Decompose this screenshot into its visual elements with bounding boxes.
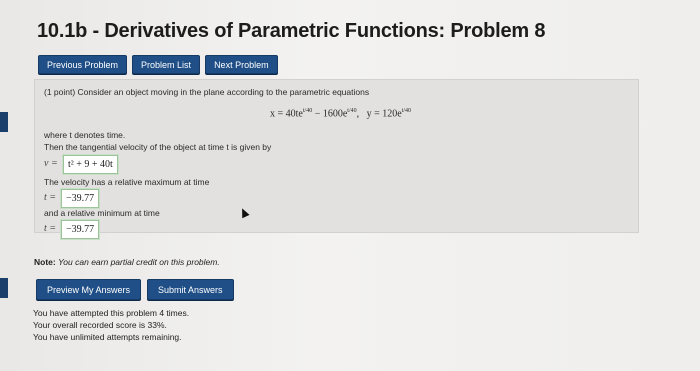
t-label-min: t =	[44, 223, 57, 234]
velocity-answer-field[interactable]: t² + 9 + 40t	[63, 155, 118, 174]
minimum-answer-field[interactable]: −39.77	[61, 220, 100, 239]
eq-x-part: x = 40te	[270, 108, 303, 120]
problem-intro: (1 point) Consider an object moving in t…	[44, 87, 370, 97]
t-label-max: t =	[44, 192, 57, 203]
problem-panel: (1 point) Consider an object moving in t…	[34, 79, 639, 239]
recorded-score-text: Your overall recorded score is 33%.	[33, 320, 167, 330]
left-edge-marker	[0, 278, 8, 298]
velocity-text: Then the tangential velocity of the obje…	[44, 142, 272, 152]
maximum-text: The velocity has a relative maximum at t…	[44, 177, 210, 187]
eq-y-part: y = 120e	[366, 108, 402, 120]
v-label: v =	[44, 158, 58, 169]
page: 10.1b - Derivatives of Parametric Functi…	[0, 0, 700, 371]
page-title: 10.1b - Derivatives of Parametric Functi…	[37, 20, 546, 42]
eq-x2-exponent: t/40	[347, 108, 357, 114]
note-label: Note:	[34, 257, 56, 267]
attempts-count-text: You have attempted this problem 4 times.	[33, 308, 190, 318]
partial-credit-note: Note: You can earn partial credit on thi…	[34, 257, 220, 267]
attempts-remaining-text: You have unlimited attempts remaining.	[33, 332, 182, 342]
answer-actions: Preview My Answers Submit Answers	[36, 279, 234, 300]
note-text: You can earn partial credit on this prob…	[58, 257, 220, 267]
preview-answers-button[interactable]: Preview My Answers	[36, 279, 142, 300]
attempt-status: You have attempted this problem 4 times.…	[33, 307, 189, 343]
left-edge-marker	[0, 112, 8, 132]
parametric-equations: x = 40tet/40 − 1600et/40, y = 120et/40	[270, 108, 412, 120]
problem-list-button[interactable]: Problem List	[132, 55, 201, 74]
maximum-answer-field[interactable]: −39.77	[61, 189, 100, 208]
submit-answers-button[interactable]: Submit Answers	[147, 279, 234, 300]
minimum-text: and a relative minimum at time	[44, 208, 160, 218]
where-t-text: where t denotes time.	[44, 130, 126, 140]
next-problem-button[interactable]: Next Problem	[205, 55, 278, 74]
eq-x-exponent: t/40	[302, 108, 313, 114]
problem-nav: Previous Problem Problem List Next Probl…	[38, 55, 278, 74]
previous-problem-button[interactable]: Previous Problem	[38, 55, 128, 74]
eq-y-exponent: t/40	[401, 108, 412, 114]
eq-x2-part: − 1600e	[314, 108, 348, 120]
